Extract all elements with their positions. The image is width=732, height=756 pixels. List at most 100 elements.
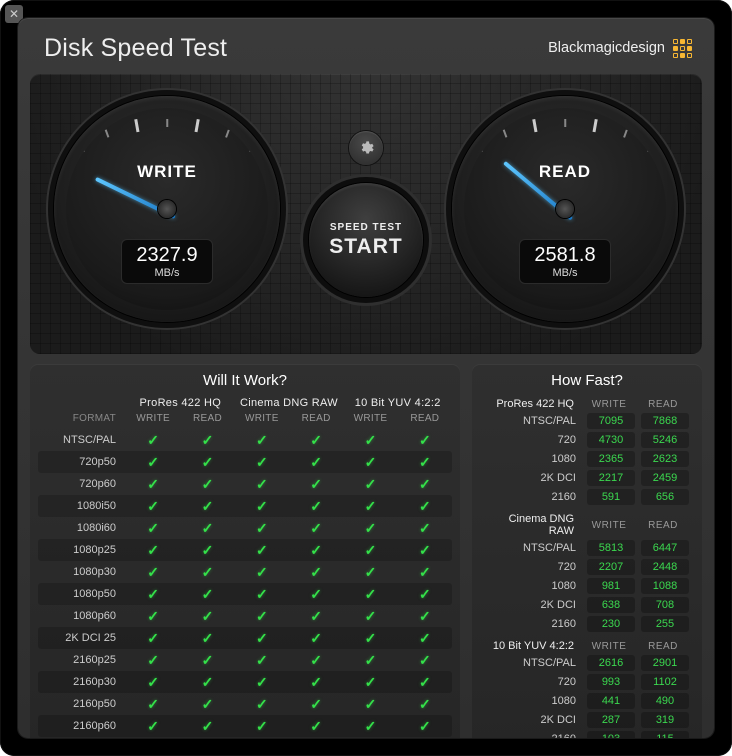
check-icon: ✓ <box>289 454 343 471</box>
table-row: 1080p25✓✓✓✓✓✓ <box>38 539 452 561</box>
row-label: 1080 <box>482 580 584 592</box>
read-value: 319 <box>641 712 689 728</box>
check-icon: ✓ <box>235 454 289 471</box>
col-write: WRITE <box>582 520 636 531</box>
will-it-work-panel: Will It Work? ProRes 422 HQ Cinema DNG R… <box>30 364 460 738</box>
read-value: 656 <box>641 489 689 505</box>
check-icon: ✓ <box>126 564 180 581</box>
row-label: 2160p25 <box>38 654 126 666</box>
table-row: NTSC/PAL✓✓✓✓✓✓ <box>38 429 452 451</box>
check-icon: ✓ <box>289 476 343 493</box>
table-row: 720p50✓✓✓✓✓✓ <box>38 451 452 473</box>
check-icon: ✓ <box>235 674 289 691</box>
table-row: 7209931102 <box>482 672 692 691</box>
check-icon: ✓ <box>235 608 289 625</box>
write-value: 591 <box>587 489 635 505</box>
check-icon: ✓ <box>180 476 234 493</box>
check-icon: ✓ <box>235 520 289 537</box>
start-subtitle: SPEED TEST <box>330 222 402 233</box>
check-icon: ✓ <box>126 542 180 559</box>
check-icon: ✓ <box>235 586 289 603</box>
brand-logo: Blackmagicdesign <box>548 39 692 58</box>
check-icon: ✓ <box>235 476 289 493</box>
check-icon: ✓ <box>235 652 289 669</box>
app-window: ✕ Disk Speed Test Blackmagicdesign WRITE <box>0 0 732 756</box>
table-row: 2160p50✓✓✓✓✓✓ <box>38 693 452 715</box>
check-icon: ✓ <box>180 674 234 691</box>
check-icon: ✓ <box>180 520 234 537</box>
write-value: 287 <box>587 712 635 728</box>
col-write: WRITE <box>582 641 636 652</box>
will-it-work-header: ProRes 422 HQ Cinema DNG RAW 10 Bit YUV … <box>30 397 460 427</box>
table-row: 2K DCI 25✓✓✓✓✓✓ <box>38 627 452 649</box>
row-label: 2160 <box>482 733 584 739</box>
read-value: 5246 <box>641 432 689 448</box>
read-value: 1102 <box>641 674 689 690</box>
how-fast-title: How Fast? <box>472 364 702 397</box>
check-icon: ✓ <box>398 476 452 493</box>
brand-label: Blackmagicdesign <box>548 40 665 56</box>
check-icon: ✓ <box>398 630 452 647</box>
write-value: 981 <box>587 578 635 594</box>
write-value: 2217 <box>587 470 635 486</box>
check-icon: ✓ <box>343 520 397 537</box>
table-row: 108023652623 <box>482 449 692 468</box>
start-label: START <box>329 235 402 259</box>
check-icon: ✓ <box>343 454 397 471</box>
row-label: NTSC/PAL <box>38 434 126 446</box>
table-row: 1080p50✓✓✓✓✓✓ <box>38 583 452 605</box>
start-button[interactable]: SPEED TEST START <box>309 183 423 297</box>
check-icon: ✓ <box>343 696 397 713</box>
write-value: 441 <box>587 693 635 709</box>
table-row: 1080i60✓✓✓✓✓✓ <box>38 517 452 539</box>
row-label: 2160 <box>482 491 584 503</box>
check-icon: ✓ <box>289 542 343 559</box>
check-icon: ✓ <box>126 674 180 691</box>
read-value: 255 <box>641 616 689 632</box>
check-icon: ✓ <box>180 542 234 559</box>
read-value: 2459 <box>641 470 689 486</box>
check-icon: ✓ <box>398 674 452 691</box>
row-label: 2K DCI <box>482 714 584 726</box>
check-icon: ✓ <box>126 696 180 713</box>
read-gauge-face: READ 2581.8 MB/s <box>464 108 666 310</box>
write-needle-cap <box>158 200 176 218</box>
row-label: 1080p50 <box>38 588 126 600</box>
col-read: READ <box>636 641 690 652</box>
check-icon: ✓ <box>398 608 452 625</box>
check-icon: ✓ <box>289 674 343 691</box>
how-fast-rows: ProRes 422 HQWRITEREADNTSC/PAL7095786872… <box>472 397 702 738</box>
check-icon: ✓ <box>343 476 397 493</box>
format-label: FORMAT <box>38 413 126 427</box>
check-icon: ✓ <box>343 542 397 559</box>
row-label: NTSC/PAL <box>482 542 584 554</box>
check-icon: ✓ <box>398 542 452 559</box>
check-icon: ✓ <box>180 454 234 471</box>
check-icon: ✓ <box>126 520 180 537</box>
group-name: 10 Bit YUV 4:2:2 <box>484 640 582 652</box>
row-label: 2K DCI 25 <box>38 632 126 644</box>
table-row: 720p60✓✓✓✓✓✓ <box>38 473 452 495</box>
how-fast-panel: How Fast? ProRes 422 HQWRITEREADNTSC/PAL… <box>472 364 702 738</box>
check-icon: ✓ <box>235 718 289 735</box>
settings-button[interactable] <box>349 131 383 165</box>
table-row: 2160p60✓✓✓✓✓✓ <box>38 715 452 737</box>
check-icon: ✓ <box>398 564 452 581</box>
row-label: 1080 <box>482 695 584 707</box>
check-icon: ✓ <box>289 696 343 713</box>
check-icon: ✓ <box>343 564 397 581</box>
check-icon: ✓ <box>289 652 343 669</box>
check-icon: ✓ <box>180 586 234 603</box>
row-label: 2K DCI <box>482 599 584 611</box>
col-read: READ <box>636 399 690 410</box>
check-icon: ✓ <box>235 432 289 449</box>
check-icon: ✓ <box>289 520 343 537</box>
check-icon: ✓ <box>289 630 343 647</box>
row-label: NTSC/PAL <box>482 657 584 669</box>
brand-icon <box>673 39 692 58</box>
check-icon: ✓ <box>126 652 180 669</box>
write-value: 993 <box>587 674 635 690</box>
table-row: 2160230255 <box>482 614 692 633</box>
table-row: 72022072448 <box>482 557 692 576</box>
table-row: 2160p25✓✓✓✓✓✓ <box>38 649 452 671</box>
